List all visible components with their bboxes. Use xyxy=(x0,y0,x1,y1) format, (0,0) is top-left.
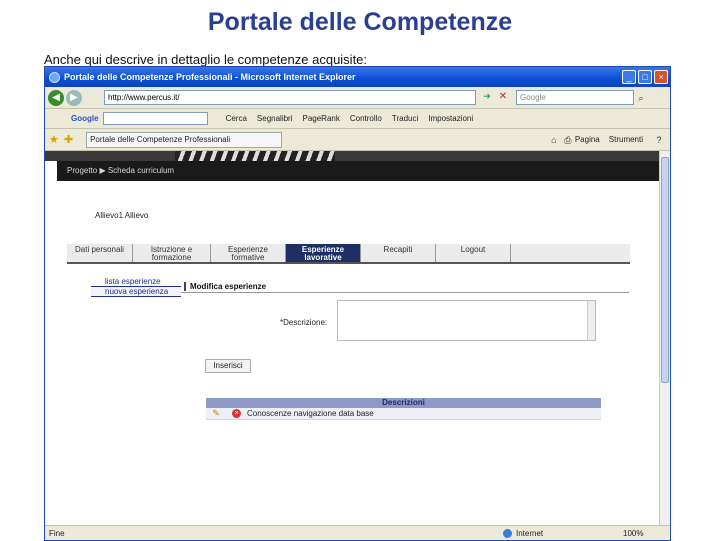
zone-label: Internet xyxy=(516,529,544,538)
page-tabs: Dati personali Istruzione e formazione E… xyxy=(67,244,630,264)
home-icon[interactable]: ⌂ xyxy=(547,133,561,147)
scrollbar-thumb[interactable] xyxy=(661,157,669,383)
security-zone: Internet xyxy=(503,529,543,538)
section-title: Modifica esperienze xyxy=(184,282,266,291)
page-scrollbar[interactable] xyxy=(659,151,670,526)
description-textarea[interactable] xyxy=(337,300,596,341)
textarea-scrollbar[interactable] xyxy=(587,301,595,340)
window-titlebar: Portale delle Competenze Professionali -… xyxy=(45,67,670,87)
tab-dati-personali[interactable]: Dati personali xyxy=(67,244,133,262)
menu-pagina[interactable]: Pagina xyxy=(575,135,600,144)
tab-esperienze-lavorative[interactable]: Esperienze lavorative xyxy=(286,244,361,262)
window-title: Portale delle Competenze Professionali -… xyxy=(64,72,356,82)
google-search-input[interactable] xyxy=(102,112,208,125)
browser-window: Portale delle Competenze Professionali -… xyxy=(44,66,671,541)
close-button[interactable]: × xyxy=(654,70,668,84)
favorites-toolbar: ★ ✚ Portale delle Competenze Professiona… xyxy=(45,129,670,151)
table-header: Descrizioni xyxy=(206,398,601,408)
google-pagerank[interactable]: PageRank xyxy=(302,114,339,123)
google-controllo[interactable]: Controllo xyxy=(350,114,382,123)
google-impostazioni[interactable]: Impostazioni xyxy=(428,114,473,123)
divider xyxy=(181,292,629,293)
help-icon[interactable]: ? xyxy=(652,133,666,147)
delete-icon[interactable]: × xyxy=(232,409,241,418)
google-traduci[interactable]: Traduci xyxy=(392,114,418,123)
description-label: *Descrizione: xyxy=(280,318,328,327)
maximize-button[interactable]: □ xyxy=(638,70,652,84)
status-bar: Fine Internet 100% xyxy=(45,525,670,540)
page-banner xyxy=(45,151,660,161)
stop-button[interactable]: ✕ xyxy=(496,91,510,105)
google-toolbar: Google Cerca Segnalibri PageRank Control… xyxy=(45,109,670,129)
search-input[interactable]: Google xyxy=(516,90,634,105)
google-logo: Google xyxy=(71,114,99,123)
breadcrumb: Progetto ▶ Scheda curriculum xyxy=(57,161,660,181)
slide-title: Portale delle Competenze xyxy=(207,8,513,36)
user-name: Allievo1 Allievo xyxy=(95,211,149,220)
address-input[interactable]: http://www.percus.it/ xyxy=(104,90,476,105)
banner-graphic xyxy=(175,151,335,161)
page-content: Progetto ▶ Scheda curriculum Allievo1 Al… xyxy=(45,151,660,526)
ie-logo-icon xyxy=(49,71,60,83)
subnav-lista-esperienze[interactable]: lista esperienze xyxy=(91,277,181,287)
insert-button[interactable]: Inserisci xyxy=(205,359,251,373)
table-row: ✎ × Conoscenze navigazione data base xyxy=(206,408,601,420)
globe-icon xyxy=(503,529,512,538)
google-segnalibri[interactable]: Segnalibri xyxy=(257,114,293,123)
subnav: lista esperienze nuova esperienza xyxy=(91,277,181,297)
browser-tab[interactable]: Portale delle Competenze Professionali xyxy=(86,131,283,148)
tab-logout[interactable]: Logout xyxy=(436,244,511,262)
favorites-star-icon[interactable]: ★ xyxy=(49,133,59,146)
menu-strumenti[interactable]: Strumenti xyxy=(609,135,643,144)
zoom-level[interactable]: 100% xyxy=(623,529,643,538)
tab-esperienze-formative[interactable]: Esperienze formative xyxy=(211,244,286,262)
subnav-nuova-esperienza[interactable]: nuova esperienza xyxy=(91,287,181,297)
status-text: Fine xyxy=(49,529,65,538)
forward-button[interactable]: ▶ xyxy=(66,89,82,106)
back-button[interactable]: ◀ xyxy=(48,89,64,106)
address-toolbar: ◀ ▶ http://www.percus.it/ ➜ ✕ Google ⌕ xyxy=(45,87,670,109)
go-button[interactable]: ➜ xyxy=(480,91,494,105)
tab-recapiti[interactable]: Recapiti xyxy=(361,244,436,262)
add-favorite-icon[interactable]: ✚ xyxy=(64,133,73,146)
google-cerca[interactable]: Cerca xyxy=(226,114,247,123)
tab-istruzione[interactable]: Istruzione e formazione xyxy=(133,244,211,262)
search-icon[interactable]: ⌕ xyxy=(634,91,648,105)
print-icon[interactable]: ⎙ xyxy=(561,133,575,147)
descriptions-table: Descrizioni ✎ × Conoscenze navigazione d… xyxy=(206,398,601,420)
slide-caption: Anche qui descrive in dettaglio le compe… xyxy=(44,52,368,67)
edit-icon[interactable]: ✎ xyxy=(210,408,222,419)
table-cell: Conoscenze navigazione data base xyxy=(247,409,374,418)
minimize-button[interactable]: _ xyxy=(622,70,636,84)
